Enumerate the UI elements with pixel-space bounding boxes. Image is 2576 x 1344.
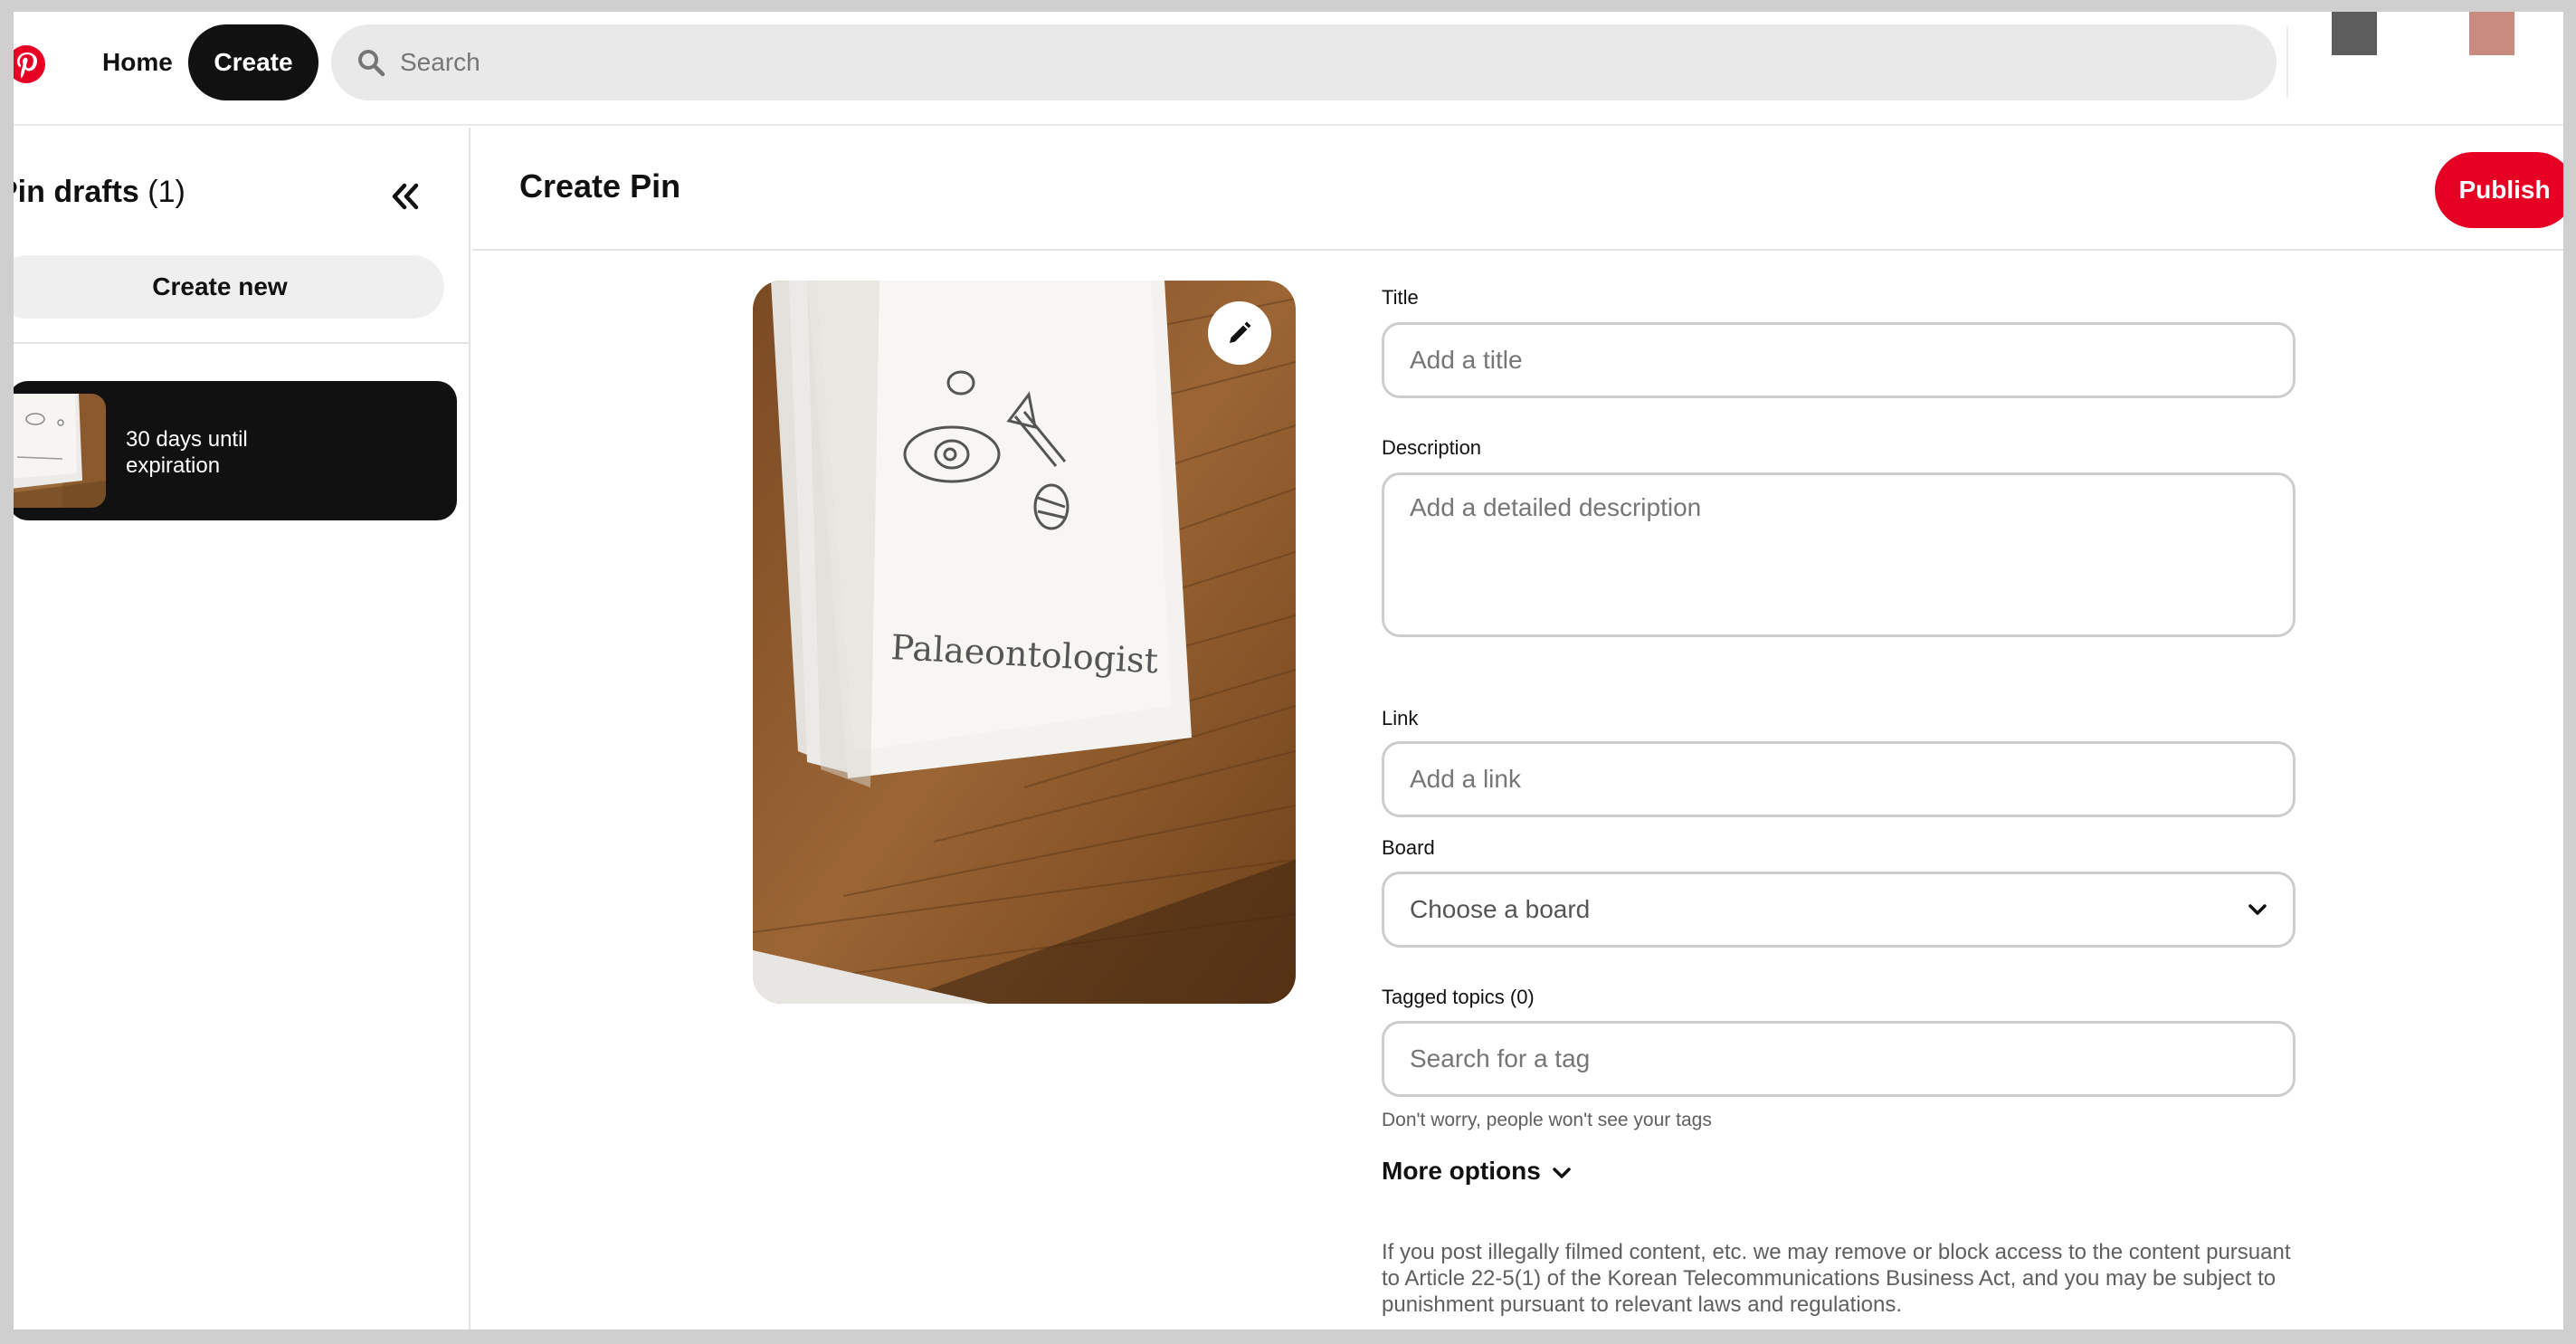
title-input[interactable]: Add a title: [1382, 322, 2296, 398]
drafts-heading: Pin drafts (1): [14, 175, 185, 210]
edit-image-button[interactable]: [1208, 301, 1271, 365]
notification-swatch[interactable]: [2332, 12, 2377, 55]
publish-button[interactable]: Publish: [2435, 152, 2563, 228]
search-placeholder: Search: [400, 48, 480, 76]
nav-home-link[interactable]: Home: [77, 24, 198, 100]
link-label: Link: [1382, 707, 1419, 729]
tags-hint: Don't worry, people won't see your tags: [1382, 1110, 1712, 1130]
top-navigation: Home Create Search: [14, 12, 2563, 126]
nav-divider: [2286, 26, 2288, 99]
board-label: Board: [1382, 836, 1435, 859]
draft-item[interactable]: 30 days until expiration: [14, 381, 457, 520]
avatar[interactable]: [2469, 12, 2514, 55]
nav-create-button[interactable]: Create: [188, 24, 318, 100]
double-chevron-left-icon[interactable]: [386, 178, 423, 214]
search-icon: [358, 50, 385, 77]
tag-search-placeholder: Search for a tag: [1410, 1044, 1591, 1072]
link-placeholder: Add a link: [1410, 765, 1521, 793]
tag-search-input[interactable]: Search for a tag: [1382, 1021, 2296, 1097]
create-pin-header: Create Pin Publish: [472, 128, 2563, 251]
draft-expiration-text: 30 days until expiration: [126, 427, 248, 478]
tagged-topics-label: Tagged topics (0): [1382, 986, 1535, 1008]
app-window: Home Create Search Pin drafts (1) Create…: [14, 12, 2563, 1330]
description-input[interactable]: Add a detailed description: [1382, 472, 2296, 637]
chevron-down-icon[interactable]: [1550, 1161, 1573, 1185]
more-options-button[interactable]: More options: [1382, 1157, 1541, 1186]
pinterest-logo-icon[interactable]: [14, 44, 46, 84]
drafts-title: Pin drafts: [14, 175, 139, 209]
board-select-value: Choose a board: [1410, 895, 1591, 923]
legal-notice: If you post illegally filmed content, et…: [1382, 1240, 2291, 1317]
pin-image-preview[interactable]: Palaeontologist: [753, 281, 1296, 1004]
draft-thumbnail: [14, 394, 106, 508]
pin-drafts-sidebar: Pin drafts (1) Create new: [14, 128, 471, 1330]
chevron-down-icon: [2248, 904, 2267, 915]
description-placeholder: Add a detailed description: [1410, 493, 1702, 521]
title-placeholder: Add a title: [1410, 346, 1523, 374]
search-input[interactable]: Search: [331, 24, 2277, 100]
create-new-button[interactable]: Create new: [14, 255, 444, 319]
description-label: Description: [1382, 436, 1482, 459]
sidebar-divider: [14, 342, 471, 344]
page-title: Create Pin: [519, 167, 681, 205]
drafts-count: (1): [147, 175, 185, 209]
pencil-icon: [1230, 321, 1251, 343]
board-select[interactable]: Choose a board: [1382, 872, 2296, 948]
title-label: Title: [1382, 286, 1419, 309]
link-input[interactable]: Add a link: [1382, 741, 2296, 817]
